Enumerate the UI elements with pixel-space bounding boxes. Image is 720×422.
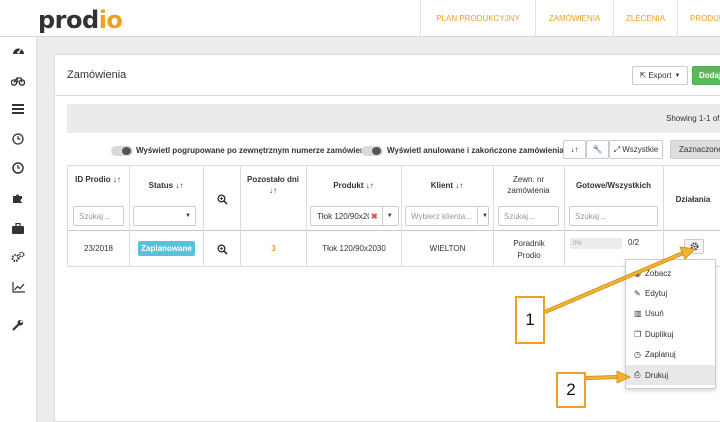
callout-1: 1 [515,296,545,344]
callout-2: 2 [556,372,586,408]
annotation-arrows [544,246,696,384]
